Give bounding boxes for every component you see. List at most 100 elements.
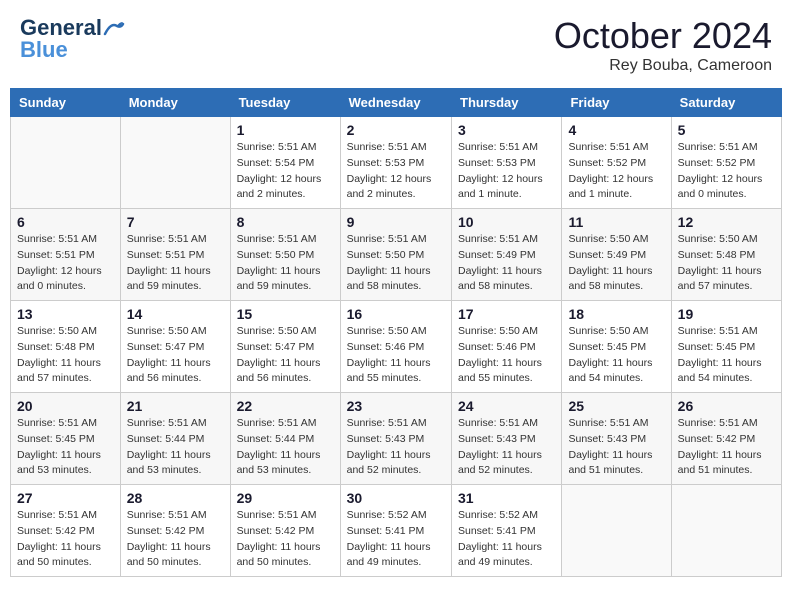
table-row: 17 Sunrise: 5:50 AM Sunset: 5:46 PM Dayli… xyxy=(452,301,562,393)
table-row: 24 Sunrise: 5:51 AM Sunset: 5:43 PM Dayli… xyxy=(452,393,562,485)
table-row: 30 Sunrise: 5:52 AM Sunset: 5:41 PM Dayli… xyxy=(340,485,451,577)
day-number: 19 xyxy=(678,306,775,322)
day-info: Sunrise: 5:51 AM Sunset: 5:51 PM Dayligh… xyxy=(127,232,224,295)
day-number: 16 xyxy=(347,306,445,322)
day-number: 26 xyxy=(678,398,775,414)
day-number: 14 xyxy=(127,306,224,322)
day-number: 4 xyxy=(568,122,664,138)
col-thursday: Thursday xyxy=(452,89,562,117)
table-row: 11 Sunrise: 5:50 AM Sunset: 5:49 PM Dayli… xyxy=(562,209,671,301)
table-row: 1 Sunrise: 5:51 AM Sunset: 5:54 PM Daylig… xyxy=(230,117,340,209)
logo-bird-icon xyxy=(103,20,125,36)
day-number: 13 xyxy=(17,306,114,322)
day-info: Sunrise: 5:51 AM Sunset: 5:52 PM Dayligh… xyxy=(568,140,664,203)
day-number: 29 xyxy=(237,490,334,506)
table-row: 22 Sunrise: 5:51 AM Sunset: 5:44 PM Dayli… xyxy=(230,393,340,485)
location-subtitle: Rey Bouba, Cameroon xyxy=(554,57,772,75)
day-info: Sunrise: 5:51 AM Sunset: 5:43 PM Dayligh… xyxy=(568,416,664,479)
table-row: 25 Sunrise: 5:51 AM Sunset: 5:43 PM Dayli… xyxy=(562,393,671,485)
day-info: Sunrise: 5:51 AM Sunset: 5:54 PM Dayligh… xyxy=(237,140,334,203)
day-number: 25 xyxy=(568,398,664,414)
day-info: Sunrise: 5:51 AM Sunset: 5:50 PM Dayligh… xyxy=(347,232,445,295)
day-info: Sunrise: 5:50 AM Sunset: 5:46 PM Dayligh… xyxy=(458,324,555,387)
day-number: 9 xyxy=(347,214,445,230)
day-number: 12 xyxy=(678,214,775,230)
table-row xyxy=(11,117,121,209)
day-info: Sunrise: 5:51 AM Sunset: 5:42 PM Dayligh… xyxy=(678,416,775,479)
day-number: 8 xyxy=(237,214,334,230)
day-info: Sunrise: 5:50 AM Sunset: 5:48 PM Dayligh… xyxy=(678,232,775,295)
day-number: 20 xyxy=(17,398,114,414)
day-info: Sunrise: 5:51 AM Sunset: 5:44 PM Dayligh… xyxy=(237,416,334,479)
table-row: 2 Sunrise: 5:51 AM Sunset: 5:53 PM Daylig… xyxy=(340,117,451,209)
day-number: 22 xyxy=(237,398,334,414)
day-info: Sunrise: 5:51 AM Sunset: 5:50 PM Dayligh… xyxy=(237,232,334,295)
day-info: Sunrise: 5:50 AM Sunset: 5:47 PM Dayligh… xyxy=(237,324,334,387)
table-row: 12 Sunrise: 5:50 AM Sunset: 5:48 PM Dayli… xyxy=(671,209,781,301)
table-row: 27 Sunrise: 5:51 AM Sunset: 5:42 PM Dayli… xyxy=(11,485,121,577)
day-info: Sunrise: 5:51 AM Sunset: 5:49 PM Dayligh… xyxy=(458,232,555,295)
table-row: 31 Sunrise: 5:52 AM Sunset: 5:41 PM Dayli… xyxy=(452,485,562,577)
table-row: 20 Sunrise: 5:51 AM Sunset: 5:45 PM Dayli… xyxy=(11,393,121,485)
page-header: General Blue October 2024 Rey Bouba, Cam… xyxy=(10,10,782,80)
day-number: 5 xyxy=(678,122,775,138)
day-number: 21 xyxy=(127,398,224,414)
day-info: Sunrise: 5:50 AM Sunset: 5:45 PM Dayligh… xyxy=(568,324,664,387)
day-info: Sunrise: 5:51 AM Sunset: 5:53 PM Dayligh… xyxy=(347,140,445,203)
day-number: 1 xyxy=(237,122,334,138)
table-row: 28Sunrise: 5:51 AM Sunset: 5:42 PM Dayli… xyxy=(120,485,230,577)
day-info: Sunrise: 5:52 AM Sunset: 5:41 PM Dayligh… xyxy=(347,508,445,571)
day-number: 17 xyxy=(458,306,555,322)
table-row: 8 Sunrise: 5:51 AM Sunset: 5:50 PM Daylig… xyxy=(230,209,340,301)
day-number: 23 xyxy=(347,398,445,414)
table-row xyxy=(671,485,781,577)
day-info: Sunrise: 5:51 AM Sunset: 5:44 PM Dayligh… xyxy=(127,416,224,479)
table-row xyxy=(562,485,671,577)
table-row: 6 Sunrise: 5:51 AM Sunset: 5:51 PM Daylig… xyxy=(11,209,121,301)
day-info: Sunrise: 5:50 AM Sunset: 5:49 PM Dayligh… xyxy=(568,232,664,295)
table-row: 16 Sunrise: 5:50 AM Sunset: 5:46 PM Dayli… xyxy=(340,301,451,393)
day-number: 3 xyxy=(458,122,555,138)
day-number: 15 xyxy=(237,306,334,322)
table-row: 29 Sunrise: 5:51 AM Sunset: 5:42 PM Dayli… xyxy=(230,485,340,577)
logo-blue: Blue xyxy=(20,37,68,63)
day-number: 2 xyxy=(347,122,445,138)
table-row: 15 Sunrise: 5:50 AM Sunset: 5:47 PM Dayli… xyxy=(230,301,340,393)
table-row: 18Sunrise: 5:50 AM Sunset: 5:45 PM Dayli… xyxy=(562,301,671,393)
day-number: 6 xyxy=(17,214,114,230)
day-info: Sunrise: 5:51 AM Sunset: 5:52 PM Dayligh… xyxy=(678,140,775,203)
col-sunday: Sunday xyxy=(11,89,121,117)
day-info: Sunrise: 5:51 AM Sunset: 5:42 PM Dayligh… xyxy=(237,508,334,571)
table-row: 26 Sunrise: 5:51 AM Sunset: 5:42 PM Dayli… xyxy=(671,393,781,485)
day-info: Sunrise: 5:51 AM Sunset: 5:42 PM Dayligh… xyxy=(17,508,114,571)
day-info: Sunrise: 5:51 AM Sunset: 5:51 PM Dayligh… xyxy=(17,232,114,295)
col-tuesday: Tuesday xyxy=(230,89,340,117)
day-number: 27 xyxy=(17,490,114,506)
day-number: 7 xyxy=(127,214,224,230)
day-number: 11 xyxy=(568,214,664,230)
logo: General Blue xyxy=(20,15,126,63)
day-info: Sunrise: 5:50 AM Sunset: 5:46 PM Dayligh… xyxy=(347,324,445,387)
header-row: Sunday Monday Tuesday Wednesday Thursday… xyxy=(11,89,782,117)
table-row xyxy=(120,117,230,209)
table-row: 19Sunrise: 5:51 AM Sunset: 5:45 PM Dayli… xyxy=(671,301,781,393)
col-saturday: Saturday xyxy=(671,89,781,117)
day-number: 10 xyxy=(458,214,555,230)
col-wednesday: Wednesday xyxy=(340,89,451,117)
day-info: Sunrise: 5:51 AM Sunset: 5:43 PM Dayligh… xyxy=(347,416,445,479)
day-number: 30 xyxy=(347,490,445,506)
col-monday: Monday xyxy=(120,89,230,117)
day-info: Sunrise: 5:51 AM Sunset: 5:45 PM Dayligh… xyxy=(17,416,114,479)
col-friday: Friday xyxy=(562,89,671,117)
day-info: Sunrise: 5:51 AM Sunset: 5:53 PM Dayligh… xyxy=(458,140,555,203)
day-info: Sunrise: 5:50 AM Sunset: 5:47 PM Dayligh… xyxy=(127,324,224,387)
day-number: 28 xyxy=(127,490,224,506)
day-info: Sunrise: 5:51 AM Sunset: 5:43 PM Dayligh… xyxy=(458,416,555,479)
table-row: 14 Sunrise: 5:50 AM Sunset: 5:47 PM Dayli… xyxy=(120,301,230,393)
day-number: 31 xyxy=(458,490,555,506)
day-info: Sunrise: 5:52 AM Sunset: 5:41 PM Dayligh… xyxy=(458,508,555,571)
day-number: 24 xyxy=(458,398,555,414)
table-row: 13Sunrise: 5:50 AM Sunset: 5:48 PM Dayli… xyxy=(11,301,121,393)
table-row: 10 Sunrise: 5:51 AM Sunset: 5:49 PM Dayli… xyxy=(452,209,562,301)
title-section: October 2024 Rey Bouba, Cameroon xyxy=(554,15,772,75)
